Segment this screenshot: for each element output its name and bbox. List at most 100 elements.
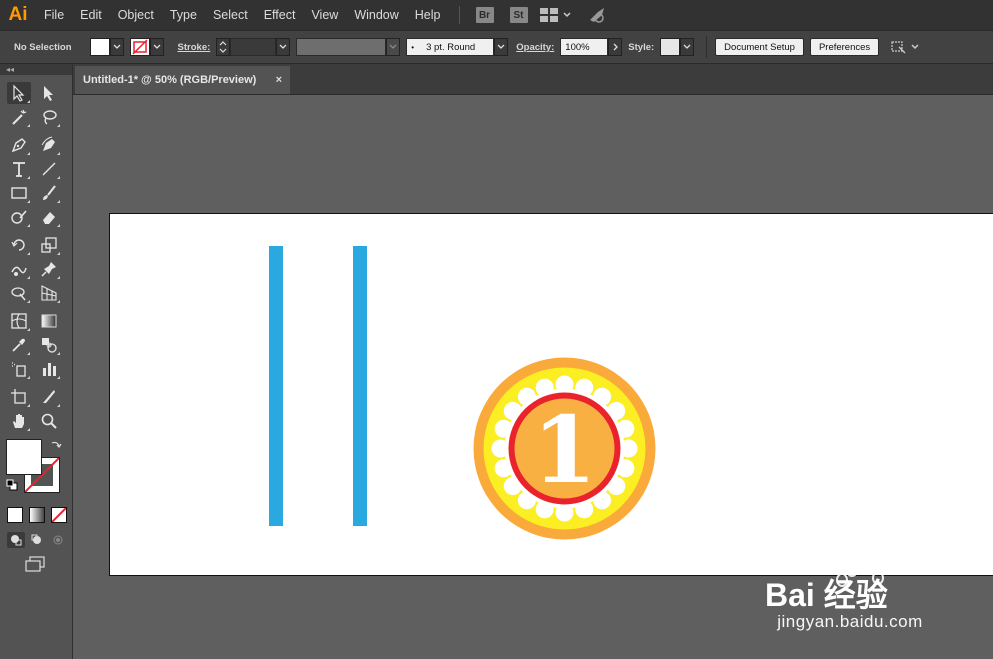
curvature-tool[interactable]	[37, 134, 61, 156]
perspective-grid-icon	[41, 285, 57, 301]
brush-dot-icon: •	[411, 42, 415, 52]
style-label: Style:	[628, 41, 655, 53]
paintbrush-tool[interactable]	[37, 182, 61, 204]
shaper-tool[interactable]	[7, 206, 31, 228]
stock-button[interactable]: St	[509, 7, 528, 23]
document-tab[interactable]: Untitled-1* @ 50% (RGB/Preview) ×	[75, 66, 290, 94]
screen-mode-icon	[25, 555, 45, 572]
close-icon[interactable]: ×	[276, 74, 282, 86]
chevron-down-icon	[562, 12, 571, 18]
chevron-down-icon	[683, 44, 691, 49]
fill-swatch[interactable]	[89, 38, 110, 56]
draw-inside-button[interactable]	[49, 532, 67, 548]
tools-panel-collapse[interactable]: ◂◂	[0, 64, 72, 75]
screen-mode-button[interactable]	[24, 555, 46, 577]
draw-inside-icon	[53, 535, 63, 545]
fill-color-box[interactable]	[6, 439, 42, 475]
lasso-tool[interactable]	[37, 106, 61, 128]
stroke-weight-field[interactable]	[230, 38, 277, 56]
hand-icon	[13, 414, 24, 428]
magnifier-icon	[41, 413, 57, 429]
profile-dropdown[interactable]	[386, 38, 401, 56]
draw-behind-button[interactable]	[28, 532, 46, 548]
gpu-rocket-button[interactable]	[588, 6, 608, 24]
type-tool[interactable]	[7, 158, 31, 180]
stroke-dropdown[interactable]	[149, 38, 164, 56]
pen-nib-icon	[11, 138, 26, 153]
medal-number-one[interactable]: 1	[472, 356, 657, 541]
menu-view[interactable]: View	[303, 0, 346, 30]
stroke-swatch[interactable]	[129, 38, 150, 56]
zoom-tool[interactable]	[37, 410, 61, 432]
graphic-style-swatch[interactable]	[660, 38, 681, 56]
puppet-warp-tool[interactable]	[37, 258, 61, 280]
swap-arrow-icon[interactable]	[50, 439, 62, 451]
rotate-tool[interactable]	[7, 234, 31, 256]
eraser-tool[interactable]	[37, 206, 61, 228]
opacity-dropdown[interactable]	[608, 38, 623, 56]
style-dropdown[interactable]	[680, 38, 695, 56]
align-options-icon	[891, 41, 906, 54]
selection-status: No Selection	[14, 41, 72, 53]
chevron-down-icon	[389, 44, 397, 49]
none-mode-button[interactable]	[51, 507, 67, 523]
gradient-tool[interactable]	[37, 310, 61, 332]
paintbrush-icon	[43, 185, 56, 200]
variable-width-profile[interactable]	[296, 38, 387, 56]
menu-effect[interactable]: Effect	[256, 0, 304, 30]
symbol-sprayer-tool[interactable]	[7, 358, 31, 380]
rotate-icon	[11, 239, 25, 251]
menu-help[interactable]: Help	[407, 0, 449, 30]
workspace-switcher[interactable]	[539, 8, 572, 22]
draw-normal-button[interactable]	[7, 532, 25, 548]
color-mode-button[interactable]	[7, 507, 23, 523]
document-tab-title: Untitled-1* @ 50% (RGB/Preview)	[83, 74, 257, 86]
default-colors-icon[interactable]	[6, 479, 18, 491]
none-slash-icon	[52, 508, 66, 522]
no-stroke-icon	[132, 39, 148, 55]
brush-definition-field[interactable]: • 3 pt. Round	[406, 38, 495, 56]
brush-dropdown[interactable]	[494, 38, 509, 56]
shape-builder-tool[interactable]	[7, 282, 31, 304]
eyedropper-tool[interactable]	[7, 334, 31, 356]
perspective-grid-tool[interactable]	[37, 282, 61, 304]
scale-tool[interactable]	[37, 234, 61, 256]
shape-builder-icon	[11, 287, 26, 301]
menu-select[interactable]: Select	[205, 0, 256, 30]
menu-edit[interactable]: Edit	[72, 0, 110, 30]
warp-tool[interactable]	[7, 258, 31, 280]
artboard-tool[interactable]	[7, 386, 31, 408]
document-setup-button[interactable]: Document Setup	[715, 38, 804, 56]
arrange-documents-button[interactable]	[889, 39, 920, 55]
gradient-mode-button[interactable]	[29, 507, 45, 523]
blend-tool[interactable]	[37, 334, 61, 356]
menu-file[interactable]: File	[36, 0, 72, 30]
blue-bar-right[interactable]	[353, 246, 367, 526]
blue-bar-left[interactable]	[269, 246, 283, 526]
knife-icon	[43, 390, 55, 403]
rectangle-tool[interactable]	[7, 182, 31, 204]
slice-tool[interactable]	[37, 386, 61, 408]
bridge-button[interactable]: Br	[475, 7, 494, 23]
line-segment-tool[interactable]	[37, 158, 61, 180]
artboard[interactable]: 1	[109, 213, 993, 576]
mesh-icon	[11, 313, 27, 329]
stepper-arrows-icon	[219, 41, 227, 53]
column-graph-tool[interactable]	[37, 358, 61, 380]
stroke-weight-dropdown[interactable]	[276, 38, 291, 56]
stroke-weight-stepper[interactable]	[216, 38, 231, 56]
pen-tool[interactable]	[7, 134, 31, 156]
menu-separator	[458, 6, 460, 24]
fill-dropdown[interactable]	[109, 38, 124, 56]
magic-wand-tool[interactable]	[7, 106, 31, 128]
preferences-button[interactable]: Preferences	[809, 38, 880, 56]
direct-selection-tool[interactable]	[37, 82, 61, 104]
opacity-field[interactable]: 100%	[560, 38, 609, 56]
menu-window[interactable]: Window	[346, 0, 406, 30]
mesh-tool[interactable]	[7, 310, 31, 332]
menu-bar: Ai File Edit Object Type Select Effect V…	[0, 0, 993, 30]
menu-object[interactable]: Object	[110, 0, 162, 30]
hand-tool[interactable]	[7, 410, 31, 432]
menu-type[interactable]: Type	[162, 0, 205, 30]
selection-tool[interactable]	[7, 82, 31, 104]
